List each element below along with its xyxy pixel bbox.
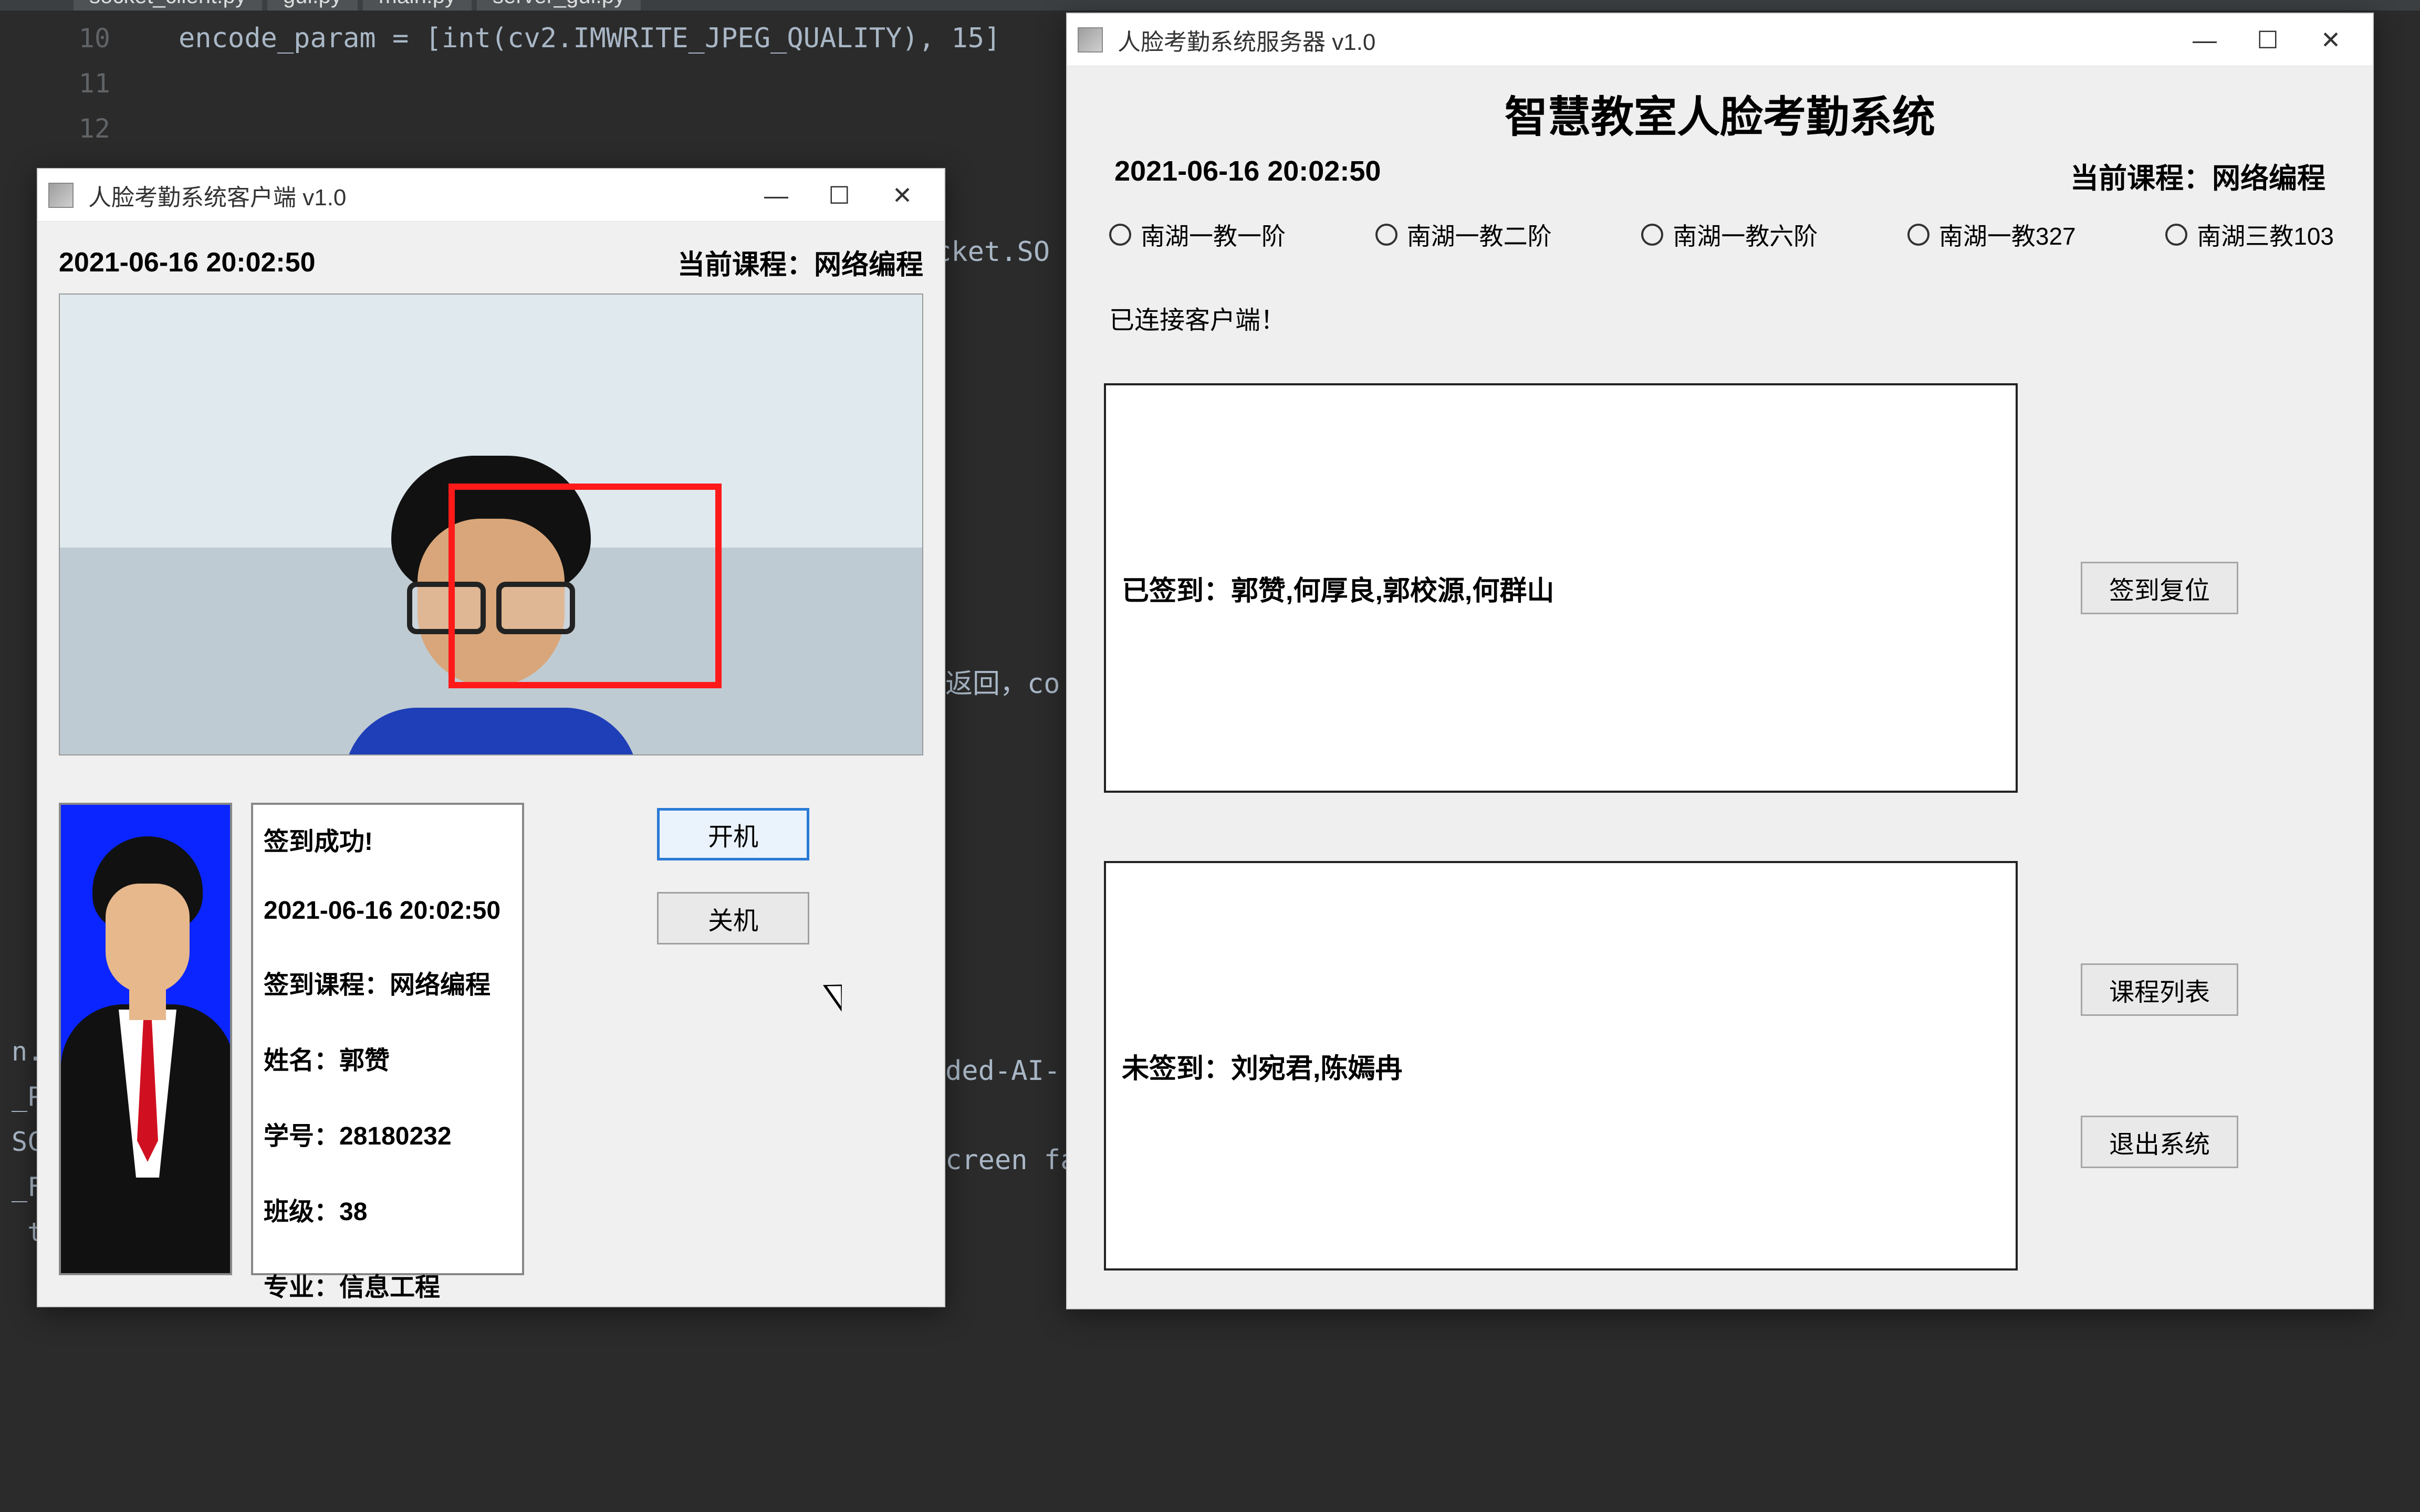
exit-system-button[interactable]: 退出系统 [2081,1116,2238,1168]
signed-in-text: 已签到：郭赞,何厚良,郭校源,何群山 [1122,569,1554,608]
minimize-button[interactable]: — [745,174,808,216]
info-major: 专业：信息工程 [264,1266,512,1303]
ide-code-fragment: cket.SO [935,236,1050,268]
ide-tab[interactable]: main.py [363,0,472,10]
app-icon [48,183,74,208]
classroom-radio[interactable]: 南湖一教六阶 [1641,217,1818,252]
line-number: 11 [74,61,110,106]
server-datetime: 2021-06-16 20:02:50 [1114,155,1381,196]
signed-in-box: 已签到：郭赞,何厚良,郭校源,何群山 [1104,383,2018,793]
ide-tab[interactable]: server_gui.py [477,0,641,10]
ide-code-fragment: creen fa [945,1144,1077,1176]
server-title-text: 人脸考勤系统服务器 v1.0 [1118,23,1375,57]
line-number: 12 [74,106,110,151]
camera-feed [59,293,923,755]
ide-code-fragment: ded-AI- [945,1055,1060,1087]
minimize-button[interactable]: — [2173,19,2236,61]
ide-tab-bar: socket_client.py gui.py main.py server_g… [0,0,2420,10]
connection-status: 已连接客户端！ [1109,299,2336,336]
maximize-button[interactable]: ☐ [808,174,871,216]
app-icon [1078,27,1103,52]
info-student-id: 学号：28180232 [264,1115,512,1152]
classroom-radio[interactable]: 南湖一教327 [1907,217,2076,252]
ide-line-gutter: 10 11 12 [74,16,110,151]
info-class: 班级：38 [264,1191,512,1227]
radio-label: 南湖一教一阶 [1141,217,1286,252]
info-name: 姓名：郭赞 [264,1040,512,1076]
classroom-radio[interactable]: 南湖一教二阶 [1375,217,1552,252]
client-title-text: 人脸考勤系统客户端 v1.0 [88,178,346,212]
classroom-radio[interactable]: 南湖一教一阶 [1109,217,1286,252]
radio-icon [1109,224,1131,246]
radio-label: 南湖三教103 [2197,217,2334,252]
radio-icon [2165,224,2187,246]
info-success: 签到成功! [264,821,512,857]
close-button[interactable]: ✕ [871,174,934,216]
classroom-radio[interactable]: 南湖三教103 [2165,217,2334,252]
classroom-radio-group: 南湖一教一阶 南湖一教二阶 南湖一教六阶 南湖一教327 南湖三教103 [1104,212,2336,257]
info-course: 签到课程：网络编程 [264,964,512,1001]
radio-label: 南湖一教二阶 [1407,217,1552,252]
id-photo [59,803,232,1275]
server-window: 人脸考勤系统服务器 v1.0 — ☐ ✕ 智慧教室人脸考勤系统 2021-06-… [1066,13,2374,1309]
checkin-info-panel: 签到成功! 2021-06-16 20:02:50 签到课程：网络编程 姓名：郭… [251,803,524,1275]
course-list-button[interactable]: 课程列表 [2081,963,2238,1016]
server-heading: 智慧教室人脸考勤系统 [1104,82,2336,144]
line-number: 10 [74,16,110,61]
radio-label: 南湖一教327 [1939,217,2076,252]
info-time: 2021-06-16 20:02:50 [264,896,512,925]
server-course-label: 当前课程：网络编程 [2070,155,2325,196]
close-button[interactable]: ✕ [2299,19,2362,61]
radio-icon [1907,224,1929,246]
face-bounding-box [448,484,722,688]
ide-tab[interactable]: socket_client.py [74,0,262,10]
client-titlebar[interactable]: 人脸考勤系统客户端 v1.0 — ☐ ✕ [38,169,944,222]
not-signed-box: 未签到：刘宛君,陈嫣冉 [1104,861,2018,1270]
start-button[interactable]: 开机 [657,808,809,860]
server-titlebar[interactable]: 人脸考勤系统服务器 v1.0 — ☐ ✕ [1067,14,2373,66]
not-signed-text: 未签到：刘宛君,陈嫣冉 [1122,1046,1402,1086]
maximize-button[interactable]: ☐ [2236,19,2299,61]
client-datetime: 2021-06-16 20:02:50 [59,247,316,278]
ide-tab[interactable]: gui.py [267,0,358,10]
reset-checkin-button[interactable]: 签到复位 [2081,562,2238,614]
stop-button[interactable]: 关机 [657,892,809,944]
radio-icon [1641,224,1663,246]
client-course-label: 当前课程：网络编程 [677,243,923,282]
ide-code-fragment: 返回，co [945,662,1060,701]
radio-icon [1375,224,1397,246]
ide-code-line: encode_param = [int(cv2.IMWRITE_JPEG_QUA… [179,16,1000,61]
client-window: 人脸考勤系统客户端 v1.0 — ☐ ✕ 2021-06-16 20:02:50… [37,168,945,1307]
radio-label: 南湖一教六阶 [1673,217,1818,252]
